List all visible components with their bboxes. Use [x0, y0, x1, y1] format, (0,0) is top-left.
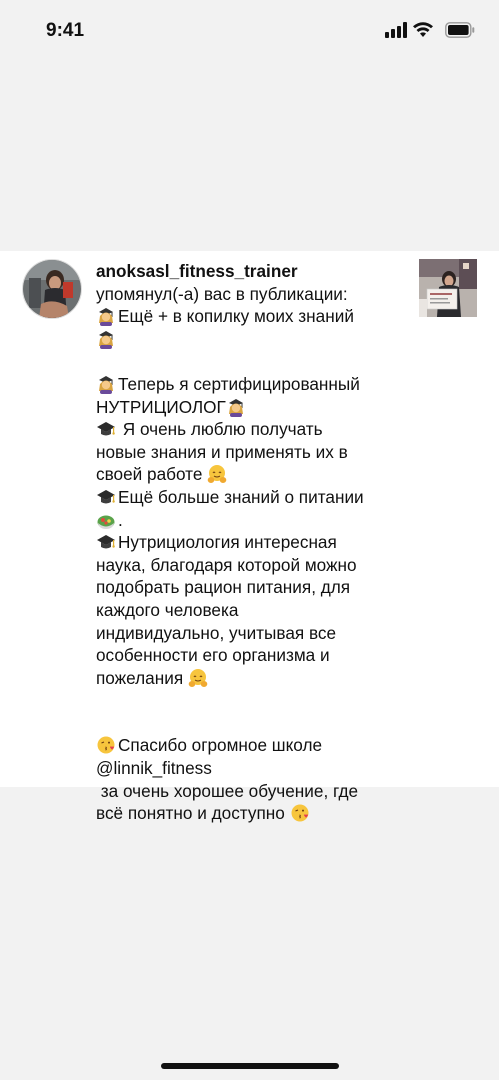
caption-line-text: НУТРИЦИОЛОГ	[96, 396, 226, 417]
signal-icon	[385, 22, 407, 38]
caption-line: подобрать рацион питания, для	[96, 576, 412, 599]
caption-line-text: Нутрициология интересная	[118, 532, 337, 553]
caption-line-text: .	[118, 509, 123, 530]
caption-line: Нутрициология интересная	[96, 531, 412, 554]
teacher-icon	[226, 397, 246, 417]
caption-line: своей работе	[96, 463, 412, 486]
action-text: упомянул(-а) вас в публикации:	[96, 283, 348, 304]
caption-line-text: новые знания и применять их в	[96, 441, 348, 462]
status-time: 9:41	[46, 20, 85, 41]
caption-line: особенности его организма и	[96, 644, 412, 667]
caption-line-text: @linnik_fitness	[96, 758, 212, 779]
caption-line: за очень хорошее обучение, где	[96, 780, 412, 803]
wifi-icon	[413, 22, 433, 37]
caption-line	[96, 328, 412, 351]
username[interactable]: anoksasl_fitness_trainer	[96, 260, 412, 283]
teacher-icon	[96, 306, 116, 327]
caption-line-text: пожелания	[96, 667, 188, 688]
caption-line-text: каждого человека	[96, 599, 239, 620]
caption-line: новые знания и применять их в	[96, 441, 412, 464]
caption-line-text: за очень хорошее обучение, где	[96, 780, 359, 801]
caption-line: индивидуально, учитывая все	[96, 622, 412, 645]
caption-line-text: Ещё + в копилку моих знаний	[118, 306, 354, 327]
caption-line-text: подобрать рацион питания, для	[96, 577, 351, 598]
hug-icon	[188, 668, 208, 688]
caption-line: каждого человека	[96, 599, 412, 622]
status-bar: 9:41	[0, 0, 499, 64]
teacher-icon	[96, 374, 116, 394]
caption-line-text: Теперь я сертифицированный	[118, 373, 360, 394]
caption-line: .	[96, 509, 412, 532]
cap-icon	[96, 532, 116, 552]
hug-icon	[207, 464, 227, 484]
kiss-icon	[290, 803, 310, 823]
caption-line: Ещё + в копилку моих знаний	[96, 305, 412, 328]
caption-line-text: особенности его организма и	[96, 645, 330, 666]
notification-text: anoksasl_fitness_trainer упомянул(-а) ва…	[96, 260, 412, 825]
caption-line: всё понятно и доступно	[96, 802, 412, 825]
caption-line-text: индивидуально, учитывая все	[96, 622, 337, 643]
caption-line: Теперь я сертифицированный	[96, 373, 412, 396]
caption-line: Ещё больше знаний о питании	[96, 486, 412, 509]
caption-line: @linnik_fitness	[96, 757, 412, 780]
caption-line: пожелания	[96, 667, 412, 690]
caption-line-text: Я очень люблю получать	[118, 419, 323, 440]
caption-line: НУТРИЦИОЛОГ	[96, 396, 412, 419]
caption-line-text: Ещё больше знаний о питании	[118, 486, 364, 507]
cap-icon	[96, 419, 116, 439]
teacher-icon	[96, 329, 116, 349]
caption-line: Спасибо огромное школе	[96, 734, 412, 757]
battery-icon	[445, 22, 475, 38]
salad-icon	[96, 510, 116, 530]
post-thumbnail[interactable]	[419, 259, 477, 317]
caption-lines: Ещё + в копилку моих знаний Теперь я серт…	[96, 305, 412, 825]
mention-notification[interactable]: anoksasl_fitness_trainer упомянул(-а) ва…	[0, 251, 499, 823]
avatar[interactable]	[22, 259, 82, 319]
kiss-icon	[96, 735, 116, 755]
caption-line: Я очень люблю получать	[96, 418, 412, 441]
home-indicator[interactable]	[161, 1063, 339, 1069]
caption-line-text: наука, благодаря которой можно	[96, 554, 357, 575]
cap-icon	[96, 487, 116, 507]
caption-line-text: своей работе	[96, 464, 208, 485]
caption-line-text: Спасибо огромное школе	[118, 735, 323, 756]
caption-line-text: всё понятно и доступно	[96, 803, 290, 824]
caption-line: наука, благодаря которой можно	[96, 554, 412, 577]
